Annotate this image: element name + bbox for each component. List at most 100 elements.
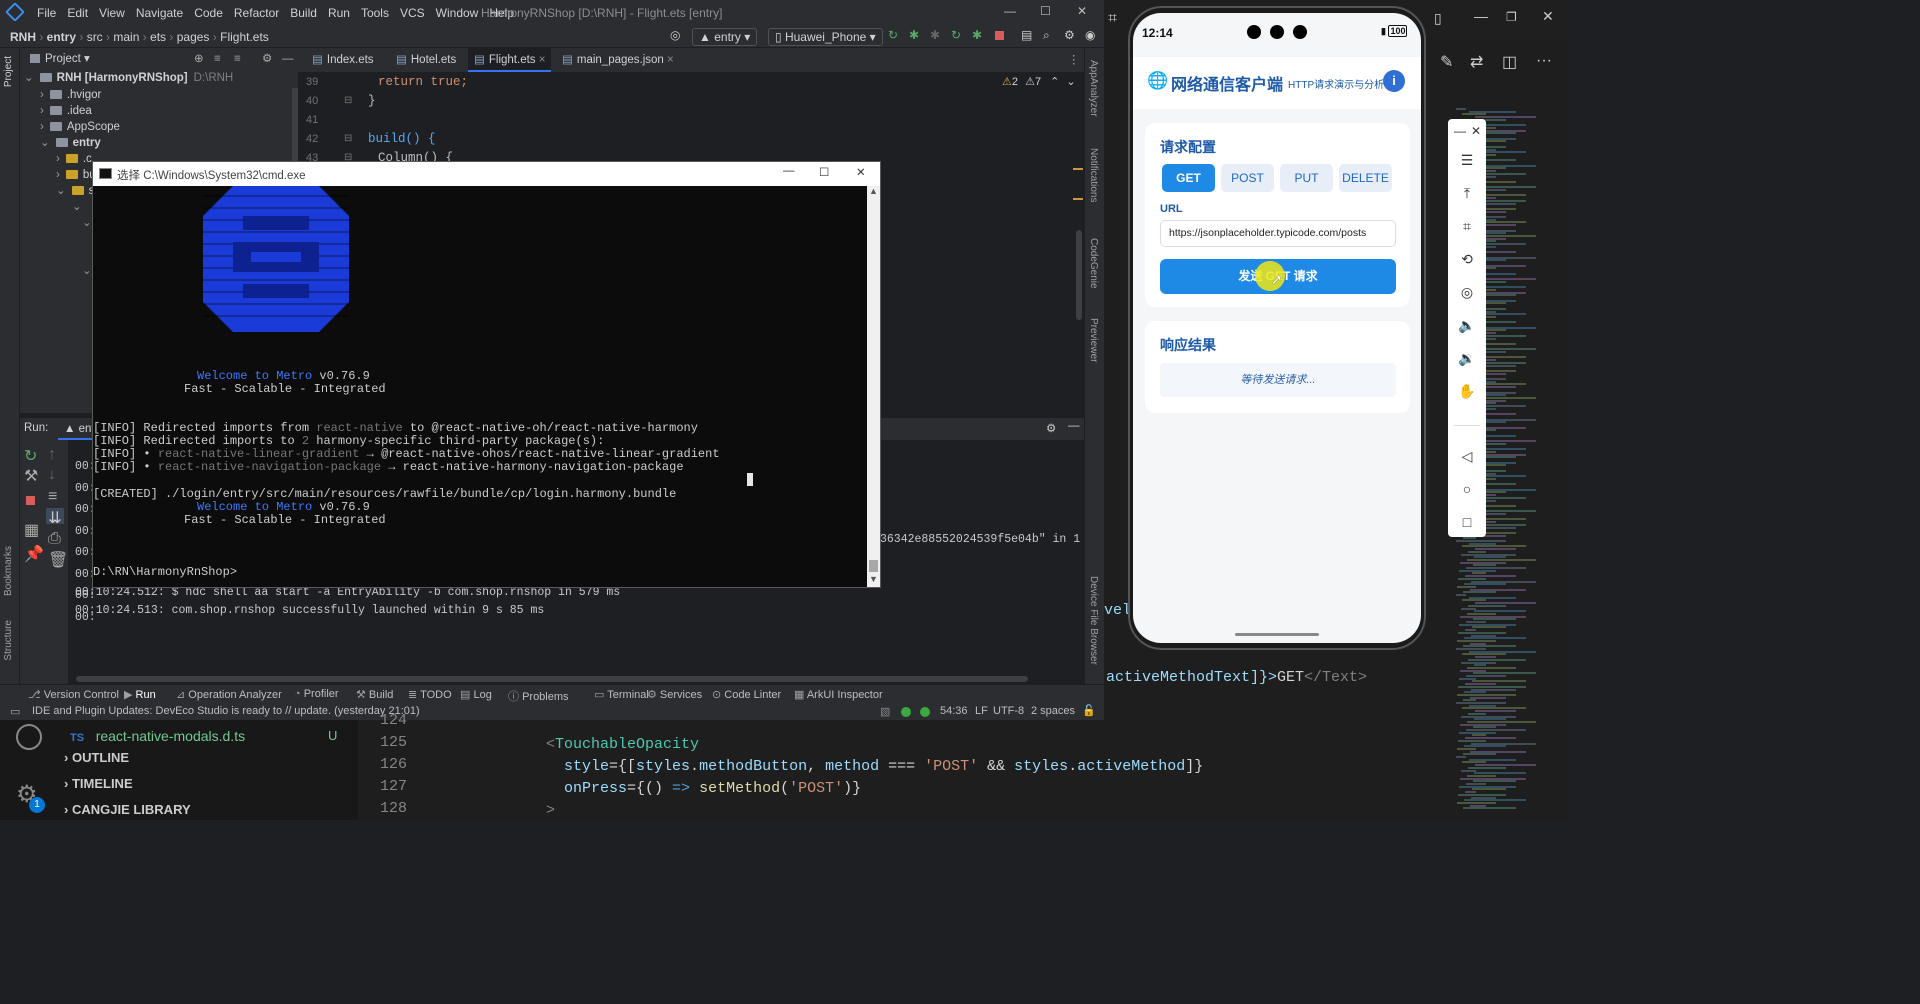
tree-item[interactable]: ⌄ RNH [HarmonyRNShop] D:\RNH <box>24 70 233 86</box>
tool-device-file-browser[interactable]: Device File Browser <box>1088 576 1099 665</box>
tree-item[interactable]: › bu <box>56 167 96 183</box>
device-select[interactable]: ▯ Huawei_Phone ▾ <box>768 28 883 46</box>
tool-operation-analyzer[interactable]: ⊿ Operation Analyzer <box>176 688 282 701</box>
expand-icon[interactable]: › <box>56 153 60 165</box>
tool-previewer[interactable]: Previewer <box>1088 318 1099 362</box>
more-tabs-icon[interactable]: ⋮ <box>1068 52 1080 66</box>
scroll-end-icon[interactable]: ⇊ <box>46 508 64 527</box>
settings-icon[interactable]: ⚙ <box>262 48 272 70</box>
up-icon[interactable]: ↑ <box>48 446 56 464</box>
tool-arkui-inspector[interactable]: ▦ ArkUI Inspector <box>794 688 883 701</box>
down-icon[interactable]: ↓ <box>48 466 56 484</box>
cmd-scrollbar[interactable]: ▲ ▼ <box>867 186 880 587</box>
tool-appanalyzer[interactable]: AppAnalyzer <box>1088 60 1099 117</box>
menu-item-code[interactable]: Code <box>194 6 223 20</box>
method-button-post[interactable]: POST <box>1221 164 1274 192</box>
expand-icon[interactable]: › <box>56 169 60 181</box>
tree-item[interactable]: ⌄ entry <box>40 135 101 151</box>
tree-item[interactable]: › .c <box>56 151 92 167</box>
close-tab-icon[interactable]: × <box>664 54 674 66</box>
tab-index-ets[interactable]: ▤ Index.ets <box>306 48 380 72</box>
hand-icon[interactable]: ✋ <box>1458 382 1476 400</box>
menu-item-edit[interactable]: Edit <box>67 6 88 20</box>
chevron-right-icon[interactable]: › <box>64 776 72 791</box>
line-separator[interactable]: LF <box>975 705 988 717</box>
split-editor-icon[interactable]: ◫ <box>1502 52 1517 72</box>
hide-icon[interactable]: — <box>1068 420 1080 432</box>
run-icon[interactable]: ↻ <box>888 28 898 42</box>
rerun-icon[interactable]: ↻ <box>24 446 37 466</box>
compare-icon[interactable]: ⇄ <box>1470 52 1483 72</box>
explorer-file-row[interactable]: TS react-native-modals.d.ts U <box>70 728 350 744</box>
tool-todo[interactable]: ≣ TODO <box>408 688 452 701</box>
edit-icon[interactable]: ✎ <box>1440 52 1453 72</box>
menu-item-run[interactable]: Run <box>328 6 350 20</box>
menu-item-vcs[interactable]: VCS <box>400 6 425 20</box>
menu-item-build[interactable]: Build <box>290 6 317 20</box>
structure-tool-button[interactable]: Structure <box>3 620 14 661</box>
vscode-code[interactable]: <TouchableOpacity style={[styles.methodB… <box>418 720 1203 820</box>
fold-icon[interactable]: ⊟ <box>344 95 352 106</box>
project-tool-button[interactable]: Project <box>3 56 14 87</box>
expand-icon[interactable]: ⌄ <box>40 137 50 149</box>
tool-log[interactable]: ▤ Log <box>460 688 492 701</box>
method-button-put[interactable]: PUT <box>1280 164 1333 192</box>
tool-problems[interactable]: ⓘ Problems <box>508 688 569 704</box>
chat-icon[interactable]: ⌗ <box>1108 10 1117 28</box>
expand-all-icon[interactable]: ≡ <box>214 48 221 70</box>
home-icon[interactable]: ○ <box>1458 480 1476 498</box>
tree-item[interactable]: › AppScope <box>40 119 120 135</box>
menu-item-window[interactable]: Window <box>436 6 479 20</box>
menu-item-navigate[interactable]: Navigate <box>136 6 183 20</box>
layout-icon[interactable]: ▯ <box>1434 10 1442 27</box>
expand-icon[interactable]: ⌄ <box>82 215 92 229</box>
hide-icon[interactable]: — <box>282 48 294 70</box>
attach-icon[interactable]: ✱ <box>930 28 940 42</box>
recents-icon[interactable]: □ <box>1458 513 1476 531</box>
debug-icon[interactable]: ✱ <box>909 28 919 42</box>
method-button-get[interactable]: GET <box>1162 164 1215 192</box>
menu-icon[interactable]: ☰ <box>1458 151 1476 169</box>
tool-profiler[interactable]: ◔ Profiler <box>294 688 339 700</box>
run-config-select[interactable]: ▲ entry ▾ <box>692 28 758 46</box>
minimize-icon[interactable]: — <box>783 165 795 177</box>
section-timeline[interactable]: › TIMELINE <box>64 776 133 791</box>
menu-item-view[interactable]: View <box>99 6 125 20</box>
scroll-thumb[interactable] <box>869 560 878 572</box>
breadcrumb-item[interactable]: src <box>87 30 103 44</box>
crop-icon[interactable]: ⌗ <box>1458 217 1476 235</box>
menu-item-refactor[interactable]: Refactor <box>234 6 279 20</box>
fold-icon[interactable]: ⊟ <box>344 133 352 144</box>
run-console-hscroll[interactable] <box>76 676 1028 682</box>
scroll-up-icon[interactable]: ▲ <box>869 186 878 196</box>
pin-icon[interactable]: 📌 <box>24 544 44 564</box>
expand-icon[interactable]: › <box>40 105 44 117</box>
inspection-widget[interactable]: ⚠2 ⚠7 ⌃ ⌄ <box>1002 75 1076 88</box>
tree-item[interactable]: › .idea <box>40 103 92 119</box>
back-icon[interactable]: ◁ <box>1458 447 1476 465</box>
top-most-icon[interactable]: ⤒ <box>1458 184 1476 202</box>
stop-icon[interactable] <box>995 31 1004 40</box>
scroll-down-icon[interactable]: ▼ <box>869 574 878 584</box>
close-tab-icon[interactable]: × <box>536 54 546 66</box>
breadcrumb-item[interactable]: pages <box>177 30 210 44</box>
menu-item-file[interactable]: File <box>37 6 56 20</box>
status-message[interactable]: IDE and Plugin Updates: DevEco Studio is… <box>32 705 420 717</box>
more-icon[interactable]: ··· <box>1536 52 1552 70</box>
expand-icon[interactable]: ⌄ <box>82 263 92 277</box>
print-icon[interactable]: ⎙ <box>48 530 61 548</box>
expand-icon[interactable]: ⌄ <box>56 185 66 197</box>
tool-services[interactable]: ⚙ Services <box>647 688 702 701</box>
bug-icon[interactable]: ✱ <box>972 28 982 42</box>
screenshot-icon[interactable]: ◎ <box>1458 283 1476 301</box>
tab-main_pages-json[interactable]: ▤ main_pages.json × <box>556 48 680 72</box>
rotate-icon[interactable]: ⟲ <box>1458 250 1476 268</box>
expand-icon[interactable]: › <box>40 89 44 101</box>
account-icon[interactable]: ◉ <box>1085 28 1095 42</box>
rerun-icon[interactable]: ↻ <box>951 28 961 42</box>
chevron-up-icon[interactable]: ⌃ <box>1050 76 1059 88</box>
url-input[interactable]: https://jsonplaceholder.typicode.com/pos… <box>1160 220 1396 247</box>
collapse-all-icon[interactable]: ≡ <box>234 48 241 70</box>
file-encoding[interactable]: UTF-8 <box>993 705 1024 717</box>
settings-icon[interactable]: ⚙ <box>1046 421 1056 435</box>
